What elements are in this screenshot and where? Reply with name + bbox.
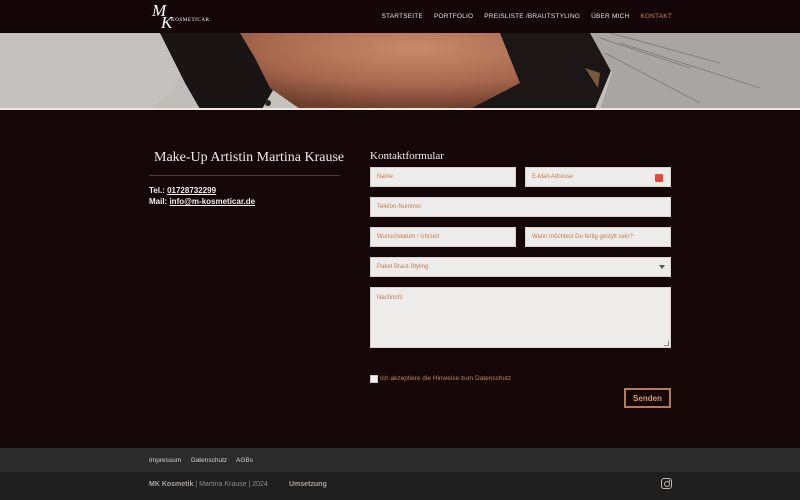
logo-text: KOSMETICAR (171, 18, 210, 23)
autofill-contact-icon[interactable] (655, 174, 663, 182)
mail-label: Mail: (149, 197, 170, 206)
footer-link-datenschutz[interactable]: Datenschutz (191, 457, 227, 464)
message-placeholder: Nachricht (377, 295, 403, 301)
chevron-down-icon (659, 265, 665, 269)
form-title: Kontaktformular (370, 150, 444, 162)
ready-time-input[interactable]: Wann möchtest Du fertig gestylt sein? (525, 227, 671, 247)
package-select[interactable]: Paket Braut-Styling (370, 257, 671, 277)
name-input[interactable]: Name (370, 167, 516, 187)
main-nav: STARTSEITE PORTFOLIO PREISLISTE /BRAUTST… (382, 13, 672, 20)
instagram-icon[interactable] (661, 478, 672, 489)
hero-photo (0, 33, 800, 109)
email-input[interactable]: E-Mail-Adresse (525, 167, 671, 187)
umsetzung-link[interactable]: Umsetzung (289, 481, 327, 488)
name-placeholder: Name (377, 174, 394, 180)
consent-checkbox[interactable] (370, 375, 378, 383)
message-textarea[interactable]: Nachricht (370, 287, 671, 348)
nav-ueber-mich[interactable]: ÜBER MICH (591, 13, 629, 20)
mail-link[interactable]: info@m-kosmeticar.de (169, 197, 255, 206)
date-placeholder: Wunschdatum / Uhrzeit (377, 234, 440, 240)
nav-kontakt[interactable]: KONTAKT (640, 13, 672, 20)
copyright-owner: Martina Krause | 2024 (199, 481, 268, 488)
footer-links-bar (0, 448, 800, 472)
hero-image (0, 33, 800, 109)
phone-label: Tel.: (149, 186, 168, 195)
email-placeholder: E-Mail-Adresse (532, 174, 574, 180)
nav-portfolio[interactable]: PORTFOLIO (434, 13, 473, 20)
footer-bottom-bar (0, 472, 800, 500)
footer-link-impressum[interactable]: Impressum (149, 457, 181, 464)
phone-link[interactable]: 01728732299 (167, 186, 216, 195)
copyright-text: MK Kosmetik | Martina Krause | 2024 (149, 481, 268, 488)
ready-placeholder: Wann möchtest Du fertig gestylt sein? (532, 234, 633, 240)
copyright-brand: MK Kosmetik (149, 481, 194, 488)
artist-name-heading: Make-Up Artistin Martina Krause (154, 150, 345, 165)
package-selected: Paket Braut-Styling (377, 264, 429, 270)
date-input[interactable]: Wunschdatum / Uhrzeit (370, 227, 516, 247)
mail-line: Mail: info@m-kosmeticar.de (149, 197, 255, 206)
phone-line: Tel.: 01728732299 (149, 186, 216, 195)
name-divider (149, 175, 340, 176)
logo[interactable]: M K KOSMETICAR (152, 2, 210, 31)
nav-startseite[interactable]: STARTSEITE (382, 13, 424, 20)
resize-handle-icon[interactable] (664, 341, 669, 346)
phone-placeholder: Telefon-Nummer (377, 204, 422, 210)
hero-divider (0, 108, 800, 110)
nav-preisliste[interactable]: PREISLISTE /BRAUTSTYLING (484, 13, 580, 20)
send-button[interactable]: Senden (624, 388, 671, 408)
site-header: M K KOSMETICAR STARTSEITE PORTFOLIO PREI… (0, 0, 800, 33)
phone-input[interactable]: Telefon-Nummer (370, 197, 671, 217)
footer-link-agbs[interactable]: AGBs (236, 457, 253, 464)
consent-label[interactable]: Ich akzeptiere die Hinweise zum Datensch… (380, 375, 511, 382)
